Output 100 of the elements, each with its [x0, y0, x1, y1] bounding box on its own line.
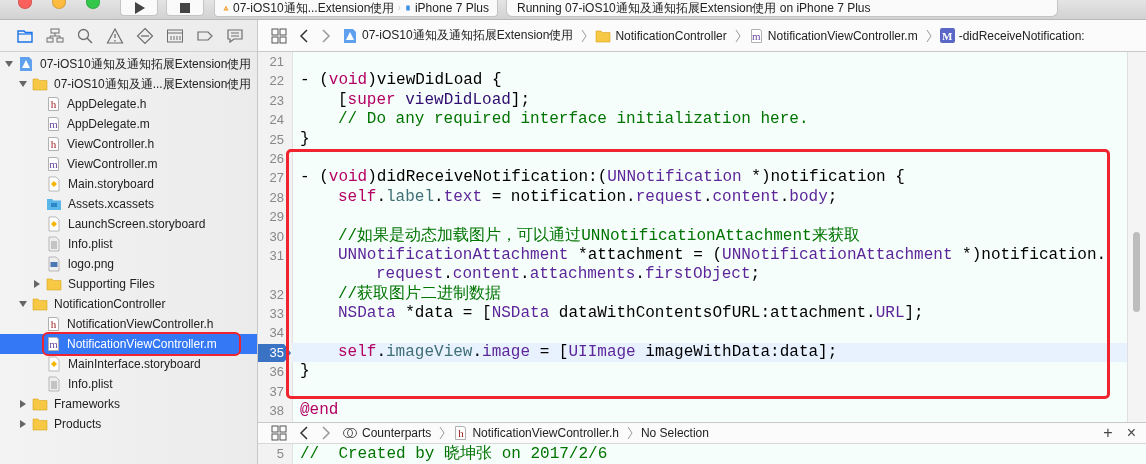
- play-icon: [132, 0, 146, 15]
- code-line: - (void)didReceiveNotification:(UNNotification *)notification {: [299, 168, 906, 188]
- close-editor-button[interactable]: ×: [1122, 424, 1140, 442]
- breadcrumb[interactable]: m NotificationViewController.m: [746, 28, 920, 43]
- file-tree-item[interactable]: AppDelegate.h: [65, 96, 149, 112]
- related-items-button[interactable]: [268, 26, 290, 45]
- breadcrumb[interactable]: M -didReceiveNotification:: [937, 28, 1087, 43]
- folder-icon: [32, 76, 48, 92]
- storyboard-icon: [46, 176, 62, 192]
- line-number: 35: [269, 344, 284, 360]
- code-line: UNNotificationAttachment *attachment = (UNNotificationAttachment *)notification.: [337, 245, 1108, 266]
- stop-button[interactable]: [166, 0, 204, 16]
- source-file-icon: m: [48, 157, 59, 171]
- file-tree-item[interactable]: NotificationViewController.h: [65, 316, 216, 332]
- grid-icon: [270, 424, 288, 442]
- code-line: // Do any required interface initialization here.: [337, 110, 810, 130]
- breadcrumb[interactable]: No Selection: [638, 426, 711, 440]
- scrollbar[interactable]: [1127, 52, 1146, 422]
- line-number: 26: [269, 150, 284, 166]
- file-tree-item[interactable]: NotificationViewController.m: [65, 336, 219, 352]
- speech-bubble-icon: [226, 26, 244, 45]
- disclosure-triangle-icon[interactable]: [18, 419, 28, 429]
- back-icon: [298, 27, 310, 44]
- breadcrumb[interactable]: Counterparts: [340, 425, 434, 441]
- method-icon: M: [939, 28, 955, 43]
- folder-icon: [32, 296, 48, 312]
- scheme-selector[interactable]: 07-iOS10通知...Extension使用 iPhone 7 Plus: [214, 0, 498, 17]
- line-number: 29: [269, 209, 284, 225]
- document-icon: [46, 376, 62, 392]
- code-line: [super viewDidLoad];: [337, 90, 532, 111]
- back-icon: [298, 425, 310, 441]
- related-items-button[interactable]: [268, 424, 290, 442]
- code-line: - (void)viewDidLoad {: [299, 71, 503, 91]
- line-number: 36: [269, 364, 284, 380]
- folder-icon: [595, 27, 612, 44]
- code-line: // Created by 晓坤张 on 2017/2/6: [299, 444, 608, 464]
- file-tree-item[interactable]: Info.plist: [66, 236, 115, 252]
- file-tree-item[interactable]: NotificationController: [52, 296, 168, 312]
- diamond-icon: [136, 26, 154, 45]
- breadcrumb[interactable]: h NotificationViewController.h: [451, 426, 621, 440]
- source-file-icon: m: [48, 117, 59, 131]
- project-icon: [342, 27, 358, 44]
- file-tree-item[interactable]: MainInterface.storyboard: [66, 356, 203, 372]
- project-icon: [18, 56, 34, 72]
- folder-icon: [46, 196, 62, 212]
- line-number: 33: [269, 306, 284, 322]
- file-tree-item[interactable]: Products: [52, 416, 104, 432]
- line-number: 38: [269, 403, 284, 419]
- stop-icon: [179, 1, 191, 14]
- line-number: 27: [269, 170, 284, 186]
- folder-icon: [46, 276, 62, 292]
- file-tree-item[interactable]: Info.plist: [66, 376, 115, 392]
- code-line: //如果是动态加载图片，可以通过UNNotificationAttachment来获取: [337, 226, 861, 246]
- storyboard-icon: [46, 216, 62, 232]
- code-line: request.content.attachments.firstObject;: [375, 265, 762, 285]
- activity-status: Running 07-iOS10通知及通知拓展Extension使用 on iPhone 7 Plus: [506, 0, 1058, 17]
- breadcrumb[interactable]: 07-iOS10通知及通知拓展Extension使用: [340, 27, 576, 44]
- disclosure-triangle-icon[interactable]: [4, 59, 14, 69]
- header-file-icon: h: [48, 97, 59, 111]
- file-tree-item[interactable]: Assets.xcassets: [66, 196, 157, 212]
- line-number: 22: [269, 73, 284, 89]
- disclosure-triangle-icon[interactable]: [32, 279, 42, 289]
- search-icon: [76, 26, 94, 45]
- run-button[interactable]: [120, 0, 158, 16]
- chevron-icon: [925, 27, 932, 44]
- disclosure-triangle-icon[interactable]: [18, 299, 28, 309]
- file-tree-item[interactable]: LaunchScreen.storyboard: [66, 216, 208, 232]
- code-line: NSData *data = [NSData dataWithContentsOfURL:attachment.URL];: [337, 304, 925, 324]
- code-line: self.label.text = notification.request.content.body;: [337, 187, 839, 208]
- disclosure-triangle-icon[interactable]: [18, 399, 28, 409]
- forward-icon: [320, 27, 332, 44]
- counterparts-icon: [342, 425, 358, 441]
- warning-icon: [106, 26, 124, 45]
- chevron-icon: [734, 27, 741, 44]
- file-tree-item[interactable]: Supporting Files: [66, 276, 157, 292]
- file-tree-item[interactable]: ViewController.h: [65, 136, 157, 152]
- file-tree-item[interactable]: ViewController.m: [65, 156, 160, 172]
- document-icon: [46, 236, 62, 252]
- hierarchy-icon: [46, 26, 64, 45]
- header-file-icon: h: [455, 426, 467, 440]
- breadcrumb[interactable]: NotificationController: [593, 27, 729, 44]
- header-file-icon: h: [48, 317, 59, 331]
- breakpoint-marker[interactable]: [258, 343, 292, 362]
- grid-icon: [270, 26, 288, 45]
- file-tree-item[interactable]: 07-iOS10通知及通...展Extension使用: [52, 74, 254, 94]
- disclosure-triangle-icon[interactable]: [18, 79, 28, 89]
- file-tree-item[interactable]: Main.storyboard: [66, 176, 157, 192]
- file-tree-item[interactable]: logo.png: [66, 256, 117, 272]
- line-number: 21: [269, 54, 284, 69]
- file-tree-item[interactable]: 07-iOS10通知及通知拓展Extension使用: [38, 54, 254, 74]
- folder-icon: [32, 416, 48, 432]
- code-line: //获取图片二进制数据: [337, 284, 503, 305]
- add-editor-button[interactable]: +: [1099, 424, 1117, 442]
- file-tree-item[interactable]: Frameworks: [52, 396, 122, 412]
- chevron-icon: [626, 425, 633, 441]
- forward-icon: [320, 425, 332, 441]
- line-number: 23: [269, 92, 284, 108]
- file-tree-item[interactable]: AppDelegate.m: [65, 116, 152, 132]
- line-number: 24: [269, 112, 284, 128]
- line-number: 32: [269, 286, 284, 302]
